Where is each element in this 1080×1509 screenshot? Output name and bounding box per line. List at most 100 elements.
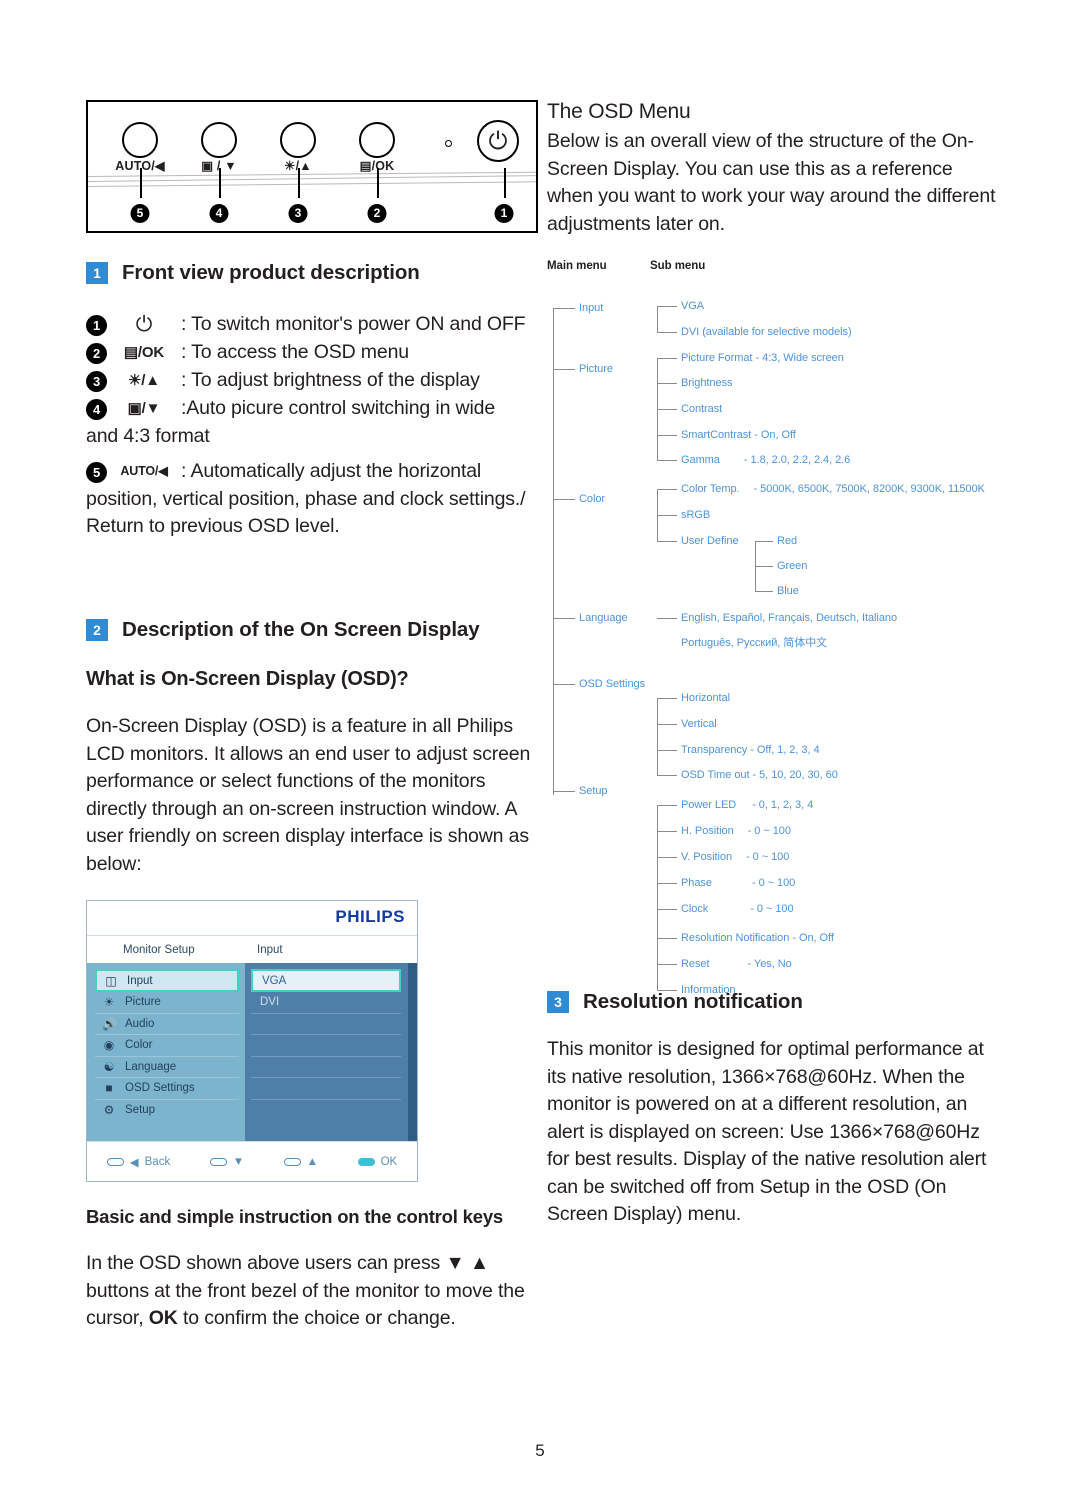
osd-menu-item-label: Setup xyxy=(125,1104,156,1117)
osd-sub-item-label: DVI xyxy=(260,996,280,1009)
osd-footer-down[interactable]: ▼ xyxy=(209,1155,245,1168)
down-arrow-icon: ▼ xyxy=(232,1155,245,1168)
list-item-text: : Automatically adjust the horizontal xyxy=(181,460,482,482)
osd-menu-item-label: Language xyxy=(125,1060,177,1073)
button-circle-icon xyxy=(122,122,158,158)
tree-sub-h-position: H. Position - 0 ~ 100 xyxy=(681,825,791,837)
button-circle-icon xyxy=(280,122,316,158)
list-item-continuation: and 4:3 format xyxy=(86,425,210,447)
tree-branch xyxy=(657,618,677,620)
tree-branch xyxy=(657,698,677,700)
color-wheel-icon: ◉ xyxy=(103,1038,115,1053)
osd-sub-item-empty xyxy=(251,1078,401,1100)
osd-titlebar: Monitor Setup Input xyxy=(87,935,417,963)
leader-tick xyxy=(140,168,142,198)
tree-sub-dvi: DVI (available for selective models) xyxy=(681,326,852,338)
osd-menu-item-label: Picture xyxy=(125,996,161,1009)
panel-callout-number: 4 xyxy=(209,204,229,223)
subsection-heading: What is On-Screen Display (OSD)? xyxy=(86,668,409,690)
tree-sub-languages-1: English, Español, Français, Deutsch, Ita… xyxy=(681,612,898,624)
osd-footer-label: OK xyxy=(380,1155,398,1168)
section3-body: This monitor is designed for optimal per… xyxy=(547,1038,987,1225)
tree-sub-vga: VGA xyxy=(681,300,705,312)
brightness-up-icon: ☀/▲ xyxy=(127,372,160,389)
leader-tick xyxy=(219,168,221,198)
osd-footer-back[interactable]: ◀ Back xyxy=(106,1155,170,1169)
tree-sub-information: Information xyxy=(681,984,736,996)
list-item-text: : To adjust brightness of the display xyxy=(181,369,480,391)
speaker-icon: 🔊 xyxy=(102,1016,117,1031)
power-icon: ⏻ xyxy=(477,120,519,162)
ok-key-label: OK xyxy=(148,1307,178,1329)
osd-menu-item-audio[interactable]: 🔊 Audio xyxy=(95,1014,239,1035)
osd-sub-item-dvi[interactable]: DVI xyxy=(251,992,401,1014)
list-item-continuation: position, vertical position, phase and c… xyxy=(86,488,526,537)
tree-sub-srgb: sRGB xyxy=(681,509,711,521)
tree-sub-smartcontrast: SmartContrast - On, Off xyxy=(681,429,796,441)
language-icon: ☯ xyxy=(103,1059,115,1074)
osd-menu-item-language[interactable]: ☯ Language xyxy=(95,1057,239,1078)
osd-sub-item-label: VGA xyxy=(262,974,287,987)
menu-ok-icon: ▤/OK xyxy=(123,344,165,361)
osd-sub-item-empty xyxy=(251,1057,401,1078)
tree-branch xyxy=(657,515,677,517)
osd-menu-item-setup[interactable]: ⚙ Setup xyxy=(95,1100,239,1122)
tree-branch xyxy=(657,805,677,807)
page-number: 5 xyxy=(535,1441,545,1460)
tree-sub-red: Red xyxy=(777,535,798,547)
tree-column-header-sub: Sub menu xyxy=(650,260,706,272)
osd-menu-tree-diagram: Main menu Sub menu Input Picture Color L… xyxy=(547,260,999,996)
tree-branch xyxy=(657,409,677,411)
callout-number: 3 xyxy=(86,371,107,392)
osd-menu-item-osd-settings[interactable]: ■ OSD Settings xyxy=(95,1078,239,1100)
tree-branch xyxy=(755,591,773,593)
panel-callout-number: 2 xyxy=(367,204,387,223)
tree-branch xyxy=(657,964,677,966)
osd-sub-item-vga[interactable]: VGA xyxy=(251,969,401,992)
tree-branch xyxy=(553,791,575,793)
tree-branch xyxy=(657,938,677,940)
tree-sub-picture-format: Picture Format - 4:3, Wide screen xyxy=(681,352,844,364)
panel-button-power[interactable]: ⏻ 1 xyxy=(458,102,550,231)
up-arrow-icon: ▲ xyxy=(306,1155,319,1168)
right-column: The OSD Menu Below is an overall view of… xyxy=(547,100,999,1229)
button-pill-icon xyxy=(106,1157,124,1166)
tree-branch xyxy=(755,566,773,568)
tree-branch xyxy=(553,684,575,686)
osd-title-left: Monitor Setup xyxy=(123,943,195,956)
list-item: 3 ☀/▲ : To adjust brightness of the disp… xyxy=(86,367,538,394)
panel-button-menu-ok[interactable]: ▤/OK 2 xyxy=(331,102,423,231)
page-title: Front view product description xyxy=(122,261,420,284)
input-connector-icon: ◫ xyxy=(105,973,117,988)
control-keys-body: In the OSD shown above users can press ▼… xyxy=(86,1250,538,1333)
section-heading-1: 1 Front view product description xyxy=(86,261,538,285)
tree-branch xyxy=(657,750,677,752)
tree-sub-brightness: Brightness xyxy=(681,377,733,389)
tree-sub-gamma: Gamma - 1.8, 2.0, 2.2, 2.4, 2.6 xyxy=(681,454,851,466)
list-item-text: : To switch monitor's power ON and OFF xyxy=(181,313,526,335)
control-key-list: 1 ⏻ : To switch monitor's power ON and O… xyxy=(86,311,538,540)
button-pill-icon xyxy=(209,1157,227,1166)
list-item-text: :Auto picure control switching in wide xyxy=(181,397,496,419)
tree-branch xyxy=(553,618,575,620)
tree-main-input: Input xyxy=(579,302,604,314)
gear-icon: ⚙ xyxy=(103,1103,115,1118)
control-keys-text-1: In the OSD shown above users can press xyxy=(86,1252,441,1274)
tree-subspine xyxy=(657,805,659,990)
section-heading-3: 3 Resolution notification xyxy=(547,990,999,1014)
osd-footer-ok[interactable]: OK xyxy=(357,1155,398,1168)
osd-menu-item-color[interactable]: ◉ Color xyxy=(95,1035,239,1057)
callout-number: 5 xyxy=(86,462,107,483)
leader-tick xyxy=(504,168,506,198)
osd-menu-item-picture[interactable]: ☀ Picture xyxy=(95,992,239,1014)
list-item-text: : To access the OSD menu xyxy=(181,341,409,363)
tree-branch xyxy=(657,775,677,777)
osd-footer: ◀ Back ▼ ▲ OK xyxy=(87,1141,417,1181)
tree-sub-languages-2: Português, Pуccкий, 简体中文 xyxy=(681,637,828,649)
osd-menu-item-label: Audio xyxy=(125,1017,155,1030)
list-item: 1 ⏻ : To switch monitor's power ON and O… xyxy=(86,311,538,338)
osd-menu-item-input[interactable]: ◫ Input xyxy=(95,969,239,992)
tree-sub-contrast: Contrast xyxy=(681,403,723,415)
osd-footer-up[interactable]: ▲ xyxy=(283,1155,319,1168)
tree-branch xyxy=(657,332,677,334)
